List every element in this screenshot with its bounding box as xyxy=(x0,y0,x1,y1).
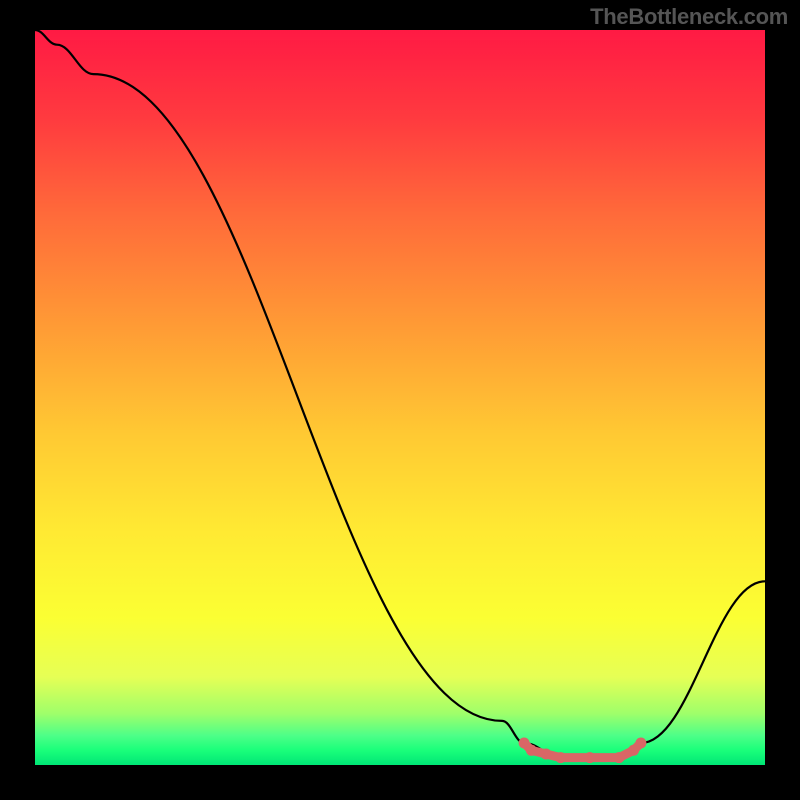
plot-area xyxy=(35,30,765,765)
chart-container: TheBottleneck.com xyxy=(0,0,800,800)
attribution-text: TheBottleneck.com xyxy=(590,4,788,30)
optimal-marker xyxy=(614,752,625,763)
bottleneck-curve-path xyxy=(35,30,765,758)
optimal-marker xyxy=(541,749,552,760)
optimal-marker xyxy=(584,752,595,763)
optimal-marker xyxy=(526,745,537,756)
curve-svg xyxy=(35,30,765,765)
optimal-marker xyxy=(635,738,646,749)
optimal-range-markers xyxy=(519,738,647,764)
optimal-marker xyxy=(555,752,566,763)
